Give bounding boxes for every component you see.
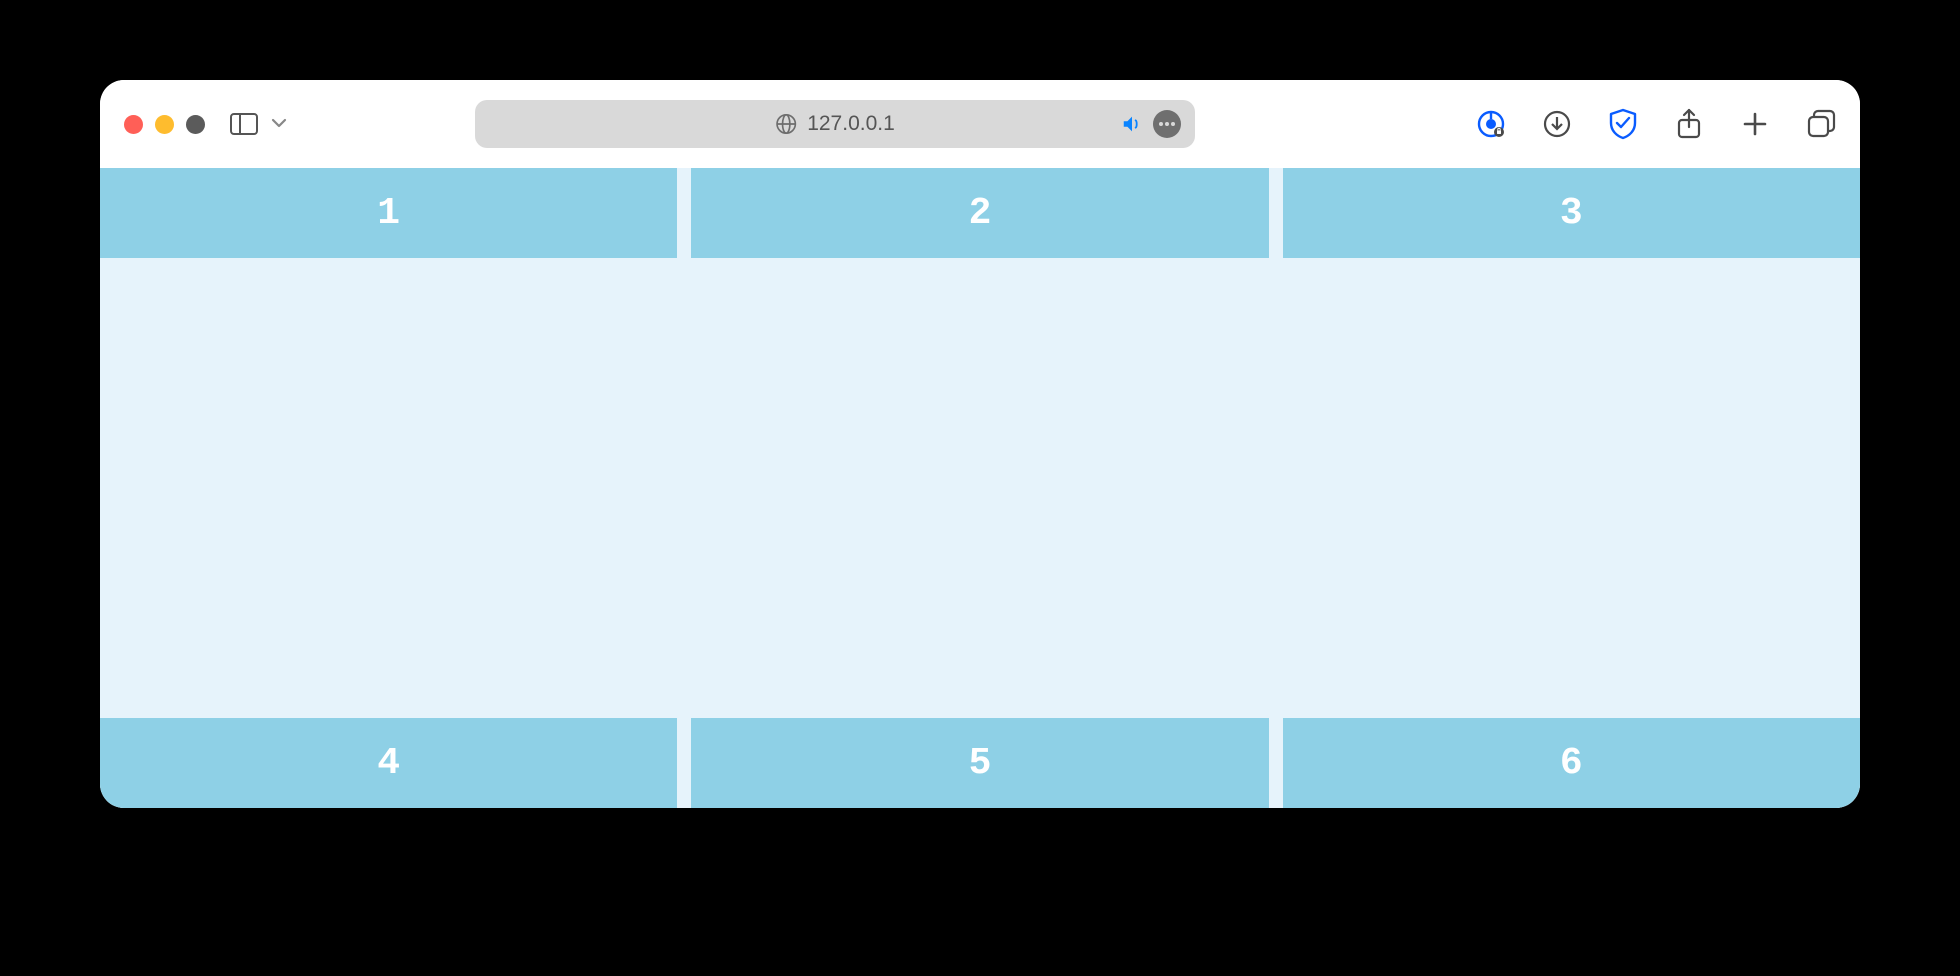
tab-overview-button[interactable] bbox=[1806, 109, 1836, 139]
page-content: 1 2 3 4 5 6 bbox=[100, 168, 1860, 808]
browser-toolbar: 127.0.0.1 bbox=[100, 80, 1860, 168]
cell-4: 4 bbox=[100, 718, 677, 808]
window-controls bbox=[124, 115, 205, 134]
address-bar[interactable]: 127.0.0.1 bbox=[475, 100, 1195, 148]
cell-3: 3 bbox=[1283, 168, 1860, 258]
top-row: 1 2 3 bbox=[100, 168, 1860, 258]
minimize-window-button[interactable] bbox=[155, 115, 174, 134]
chevron-down-icon bbox=[271, 118, 287, 128]
close-window-button[interactable] bbox=[124, 115, 143, 134]
plus-icon bbox=[1742, 111, 1768, 137]
adblock-button[interactable] bbox=[1608, 109, 1638, 139]
share-button[interactable] bbox=[1674, 109, 1704, 139]
cell-2: 2 bbox=[691, 168, 1268, 258]
cell-1: 1 bbox=[100, 168, 677, 258]
toolbar-right bbox=[1476, 109, 1836, 139]
fullscreen-window-button[interactable] bbox=[186, 115, 205, 134]
ellipsis-icon bbox=[1158, 121, 1176, 127]
bottom-row: 4 5 6 bbox=[100, 718, 1860, 808]
downloads-button[interactable] bbox=[1542, 109, 1572, 139]
new-tab-button[interactable] bbox=[1740, 109, 1770, 139]
browser-window: 127.0.0.1 bbox=[100, 80, 1860, 808]
sound-icon[interactable] bbox=[1121, 113, 1143, 135]
password-manager-button[interactable] bbox=[1476, 109, 1506, 139]
tabs-icon bbox=[1806, 109, 1836, 139]
download-icon bbox=[1542, 109, 1572, 139]
address-content: 127.0.0.1 bbox=[775, 112, 895, 136]
share-icon bbox=[1676, 108, 1702, 140]
cell-6: 6 bbox=[1283, 718, 1860, 808]
address-text: 127.0.0.1 bbox=[807, 112, 895, 136]
sidebar-toggle-button[interactable] bbox=[229, 112, 259, 136]
page-settings-button[interactable] bbox=[1153, 110, 1181, 138]
tab-dropdown-button[interactable] bbox=[271, 115, 287, 133]
address-bar-actions bbox=[1121, 110, 1181, 138]
password-manager-icon bbox=[1476, 109, 1506, 139]
globe-icon bbox=[775, 113, 797, 135]
sidebar-icon bbox=[230, 113, 258, 135]
cell-5: 5 bbox=[691, 718, 1268, 808]
shield-check-icon bbox=[1608, 108, 1638, 140]
